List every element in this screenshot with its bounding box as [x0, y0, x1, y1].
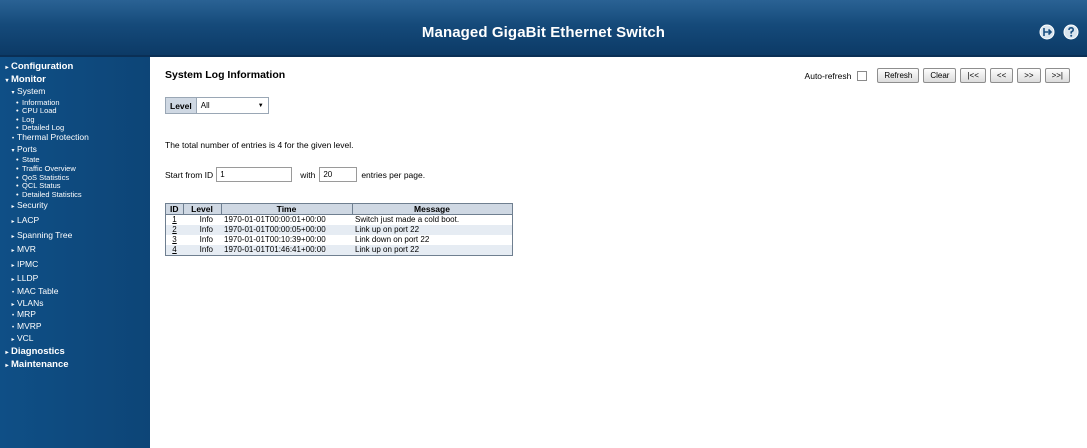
next-page-button[interactable]: >> [1017, 68, 1041, 83]
level-select[interactable]: All ▼ [195, 98, 268, 113]
sidebar-item-vcl[interactable]: ▸ VCL [0, 332, 150, 346]
toolbar: Auto-refresh Refresh Clear |<< << >> >>| [805, 68, 1070, 83]
sidebar-item-label: MVR [17, 244, 36, 255]
sidebar-item-label: Monitor [11, 74, 46, 85]
sidebar-nav: ▸ Configuration ▾ Monitor ▾ System • Informatio… [0, 57, 150, 448]
app-title: Managed GigaBit Ethernet Switch [421, 24, 666, 41]
collapsed-arrow-icon: ▸ [11, 233, 15, 240]
sidebar-item-label: Thermal Protection [17, 132, 89, 143]
log-message: Link up on port 22 [352, 245, 512, 256]
auto-refresh-checkbox[interactable] [857, 70, 868, 81]
level-selected-value: All [200, 101, 210, 110]
collapsed-arrow-icon: ▸ [5, 65, 9, 71]
bullet-icon: • [11, 290, 15, 297]
collapsed-arrow-icon: ▸ [11, 301, 15, 308]
collapsed-arrow-icon: ▸ [11, 248, 15, 255]
log-time: 1970-01-01T00:10:39+00:00 [221, 235, 352, 245]
collapsed-arrow-icon: ▸ [11, 336, 15, 343]
header-bar: Managed GigaBit Ethernet Switch [0, 0, 1087, 57]
log-level: Info [183, 225, 221, 235]
log-level: Info [183, 235, 221, 245]
table-row: 2 Info 1970-01-01T00:00:05+00:00 Link up… [165, 225, 512, 235]
bullet-icon: • [11, 313, 15, 320]
sidebar-item-label: Configuration [11, 61, 74, 72]
last-page-button[interactable]: >>| [1044, 68, 1070, 83]
log-id-link[interactable]: 3 [165, 235, 183, 245]
level-label: Level [166, 98, 196, 113]
log-level: Info [183, 245, 221, 256]
chevron-down-icon: ▼ [257, 102, 264, 109]
sidebar-item-detailed-statistics[interactable]: • Detailed Statistics [0, 189, 150, 200]
sidebar-item-label: VCL [17, 332, 34, 343]
sidebar-item-lacp[interactable]: ▸ LACP [0, 214, 150, 229]
sidebar-item-label: Diagnostics [11, 345, 65, 357]
sidebar-item-spanning-tree[interactable]: ▸ Spanning Tree [0, 229, 150, 244]
start-id-input[interactable]: 1 [216, 167, 293, 182]
sidebar-item-ipmc[interactable]: ▸ IPMC [0, 258, 150, 273]
sidebar-item-security[interactable]: ▸ Security [0, 199, 150, 214]
collapsed-arrow-icon: ▸ [5, 349, 9, 356]
first-page-button[interactable]: |<< [960, 68, 986, 83]
auto-refresh-label: Auto-refresh [804, 70, 852, 81]
sidebar-item-label: MRP [17, 309, 36, 320]
collapsed-arrow-icon: ▸ [5, 362, 9, 369]
sidebar-item-label: Detailed Statistics [22, 189, 82, 199]
log-id-link[interactable]: 1 [165, 214, 183, 225]
collapsed-arrow-icon: ▸ [11, 204, 15, 211]
log-id-link[interactable]: 2 [165, 225, 183, 235]
log-id-link[interactable]: 4 [165, 245, 183, 256]
log-message: Link down on port 22 [352, 235, 512, 245]
with-label: with [300, 169, 316, 180]
column-header-message: Message [351, 203, 513, 215]
prev-page-button[interactable]: << [989, 68, 1014, 83]
page-title: System Log Information [165, 69, 286, 81]
sidebar-item-label: LACP [17, 215, 40, 226]
entries-per-page-input[interactable]: 20 [319, 167, 358, 182]
sidebar-item-diagnostics[interactable]: ▸ Diagnostics [0, 346, 150, 359]
sidebar-item-label: IPMC [17, 258, 39, 269]
logout-icon[interactable] [1039, 24, 1055, 40]
log-message: Link up on port 22 [352, 225, 512, 235]
sidebar-item-label: VLANs [17, 297, 44, 308]
paging-controls: Start from ID 1 with 20 entries per page… [165, 167, 425, 182]
sidebar-item-label: LLDP [17, 273, 39, 284]
log-time: 1970-01-01T00:00:01+00:00 [221, 214, 352, 225]
clear-button[interactable]: Clear [923, 68, 957, 83]
column-header-id: ID [165, 203, 184, 215]
per-page-label: entries per page. [361, 169, 426, 180]
sidebar-item-label: MAC Table [17, 286, 59, 297]
log-message: Switch just made a cold boot. [352, 214, 512, 225]
sidebar-item-configuration[interactable]: ▸ Configuration [0, 61, 150, 74]
column-header-time: Time [220, 203, 353, 215]
refresh-button[interactable]: Refresh [877, 68, 920, 83]
expanded-arrow-icon: ▾ [5, 78, 9, 84]
table-row: 1 Info 1970-01-01T00:00:01+00:00 Switch … [165, 214, 512, 225]
sidebar-item-lldp[interactable]: ▸ LLDP [0, 272, 150, 287]
collapsed-arrow-icon: ▸ [11, 219, 15, 226]
sidebar-item-label: Spanning Tree [17, 229, 73, 240]
sidebar-item-maintenance[interactable]: ▸ Maintenance [0, 359, 150, 372]
log-time: 1970-01-01T00:00:05+00:00 [221, 225, 352, 235]
column-header-level: Level [182, 203, 222, 215]
sidebar-item-label: Maintenance [11, 358, 69, 370]
table-row: 3 Info 1970-01-01T00:10:39+00:00 Link do… [165, 235, 512, 245]
level-filter: Level All ▼ [165, 97, 269, 114]
help-icon[interactable] [1063, 24, 1079, 40]
bullet-icon: • [11, 136, 15, 143]
table-row: 4 Info 1970-01-01T01:46:41+00:00 Link up… [165, 245, 512, 256]
collapsed-arrow-icon: ▸ [11, 277, 15, 284]
collapsed-arrow-icon: ▸ [11, 262, 15, 269]
log-level: Info [183, 214, 221, 225]
entries-summary: The total number of entries is 4 for the… [165, 140, 354, 150]
system-log-table: ID Level Time Message 1 Info 1970-01-01T… [165, 203, 513, 256]
sidebar-item-label: Ports [17, 143, 37, 154]
log-time: 1970-01-01T01:46:41+00:00 [221, 245, 352, 256]
sidebar-item-label: MVRP [17, 321, 42, 332]
sidebar-item-mvr[interactable]: ▸ MVR [0, 243, 150, 258]
sidebar-item-label: System [17, 86, 46, 96]
sidebar-item-label: Security [17, 200, 48, 211]
bullet-icon: • [11, 325, 15, 332]
start-id-label: Start from ID [165, 169, 214, 180]
main-content: System Log Information Auto-refresh Refr… [150, 57, 1087, 448]
